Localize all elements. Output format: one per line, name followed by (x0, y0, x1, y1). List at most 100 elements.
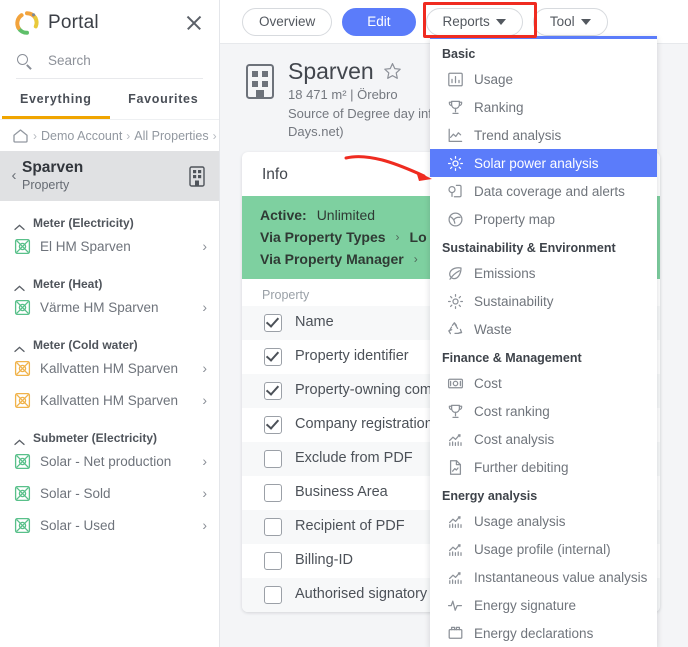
sidebar-group-header[interactable]: Meter (Cold water) (0, 338, 219, 352)
breadcrumb-separator: › (126, 128, 131, 143)
certificate-icon (447, 625, 464, 642)
chevron-left-icon[interactable]: ‹ (6, 167, 22, 184)
reports-menu-item-label: Energy signature (474, 597, 577, 613)
chevron-down-icon (580, 18, 591, 25)
checkbox-company-registration-number[interactable] (264, 416, 282, 434)
close-icon[interactable] (183, 12, 205, 34)
page-meta-area-city: 18 471 m² | Örebro (288, 87, 398, 102)
reports-menu-item-emissions[interactable]: Emissions (430, 259, 657, 287)
reports-menu-item-property-map[interactable]: Property map (430, 205, 657, 233)
reports-menu-item-cost-analysis[interactable]: Cost analysis (430, 425, 657, 453)
breadcrumb-item-demo-account[interactable]: Demo Account (41, 129, 122, 143)
reports-menu-item-cost-ranking[interactable]: Cost ranking (430, 397, 657, 425)
reports-menu-item-ranking[interactable]: Ranking (430, 93, 657, 121)
status-label: Active: (260, 207, 307, 223)
globe-icon (447, 211, 464, 228)
tab-edit[interactable]: Edit (342, 7, 416, 36)
home-icon[interactable] (12, 128, 29, 143)
reports-menu-item-usage-analysis[interactable]: Usage analysis (430, 507, 657, 535)
chevron-right-icon[interactable]: › (202, 238, 207, 254)
sidebar-item-solar-net-production[interactable]: Solar - Net production › (0, 445, 219, 477)
sidebar-group-label: Submeter (Electricity) (33, 431, 158, 446)
breadcrumb-item-all-properties[interactable]: All Properties (134, 129, 208, 143)
checkbox-name[interactable] (264, 314, 282, 332)
reports-menu-item-usage[interactable]: Usage (430, 65, 657, 93)
reports-menu-item-label: Trend analysis (474, 127, 562, 143)
reports-menu-item-energy-declarations[interactable]: Energy declarations (430, 619, 657, 647)
link-via-property-manager-label: Via Property Manager (260, 251, 404, 267)
sidebar-item-kallvatten-hm-sparven[interactable]: Kallvatten HM Sparven › (0, 352, 219, 384)
reports-menu-item-label: Data coverage and alerts (474, 183, 625, 199)
selected-property-name: Sparven (22, 159, 84, 176)
sidebar-group-header[interactable]: Submeter (Electricity) (0, 431, 219, 445)
reports-menu-item-trend-analysis[interactable]: Trend analysis (430, 121, 657, 149)
checkbox-billing-id[interactable] (264, 552, 282, 570)
reports-menu-item-label: Emissions (474, 265, 536, 281)
recycle-icon (447, 321, 464, 338)
checkbox-authorised-signatory[interactable] (264, 586, 282, 604)
tab-favourites[interactable]: Favourites (110, 79, 218, 119)
reports-menu-section-header: Energy analysis (442, 489, 538, 503)
reports-menu-item-label: Sustainability (474, 293, 554, 309)
portal-ring-logo-icon (14, 10, 40, 36)
sidebar-item-solar-sold[interactable]: Solar - Sold › (0, 477, 219, 509)
sidebar-group-header[interactable]: Meter (Electricity) (0, 216, 219, 230)
reports-menu-item-further-debiting[interactable]: Further debiting (430, 453, 657, 481)
checkbox-business-area[interactable] (264, 484, 282, 502)
caret-up-icon[interactable] (14, 342, 25, 352)
sidebar-item-kallvatten-hm-sparven[interactable]: Kallvatten HM Sparven › (0, 384, 219, 416)
reports-menu-item-energy-signature[interactable]: Energy signature (430, 591, 657, 619)
reports-menu-item-data-coverage-and-alerts[interactable]: Data coverage and alerts (430, 177, 657, 205)
chevron-right-icon[interactable]: › (202, 517, 207, 533)
search-icon (16, 53, 32, 69)
sidebar-item-label: El HM Sparven (40, 238, 131, 254)
chevron-right-icon[interactable]: › (202, 485, 207, 501)
page-title: Sparven (288, 58, 374, 84)
chevron-right-icon[interactable]: › (202, 299, 207, 315)
checkbox-property-owning-companies[interactable] (264, 382, 282, 400)
tab-reports[interactable]: Reports (425, 7, 523, 36)
chevron-down-icon (495, 18, 506, 25)
sidebar-group-header[interactable]: Meter (Heat) (0, 277, 219, 291)
checkbox-recipient-of-pdf[interactable] (264, 518, 282, 536)
tab-everything[interactable]: Everything (2, 79, 110, 119)
reports-menu-item-usage-profile-internal[interactable]: Usage profile (internal) (430, 535, 657, 563)
tab-overview-label: Overview (259, 13, 316, 29)
caret-up-icon[interactable] (14, 281, 25, 291)
checkbox-property-identifier[interactable] (264, 348, 282, 366)
reports-menu-item-cost[interactable]: Cost (430, 369, 657, 397)
meter-icon (14, 517, 31, 534)
sidebar-item-solar-used[interactable]: Solar - Used › (0, 509, 219, 541)
reports-menu-item-solar-power-analysis[interactable]: Solar power analysis (430, 149, 657, 177)
meter-icon (14, 485, 31, 502)
reports-menu-item-label: Property map (474, 211, 556, 227)
tab-tool[interactable]: Tool (532, 7, 608, 36)
chevron-right-icon[interactable]: › (202, 360, 207, 376)
gear-icon (447, 293, 464, 310)
property-field-label: Exclude from PDF (295, 450, 413, 467)
reports-menu-item-label: Cost (474, 375, 502, 391)
tab-overview[interactable]: Overview (242, 7, 333, 36)
chevron-right-icon[interactable]: › (202, 392, 207, 408)
reports-menu-item-waste[interactable]: Waste (430, 315, 657, 343)
sidebar-item-el-hm-sparven[interactable]: El HM Sparven › (0, 230, 219, 262)
sidebar-search[interactable] (16, 52, 203, 79)
chevron-right-icon[interactable]: › (202, 453, 207, 469)
checkbox-exclude-from-pdf[interactable] (264, 450, 282, 468)
meter-icon (14, 360, 31, 377)
star-icon[interactable] (383, 62, 402, 81)
reports-menu-section-header: Finance & Management (442, 351, 582, 365)
meter-icon (14, 453, 31, 470)
caret-up-icon[interactable] (14, 220, 25, 230)
selected-property-texts: Sparven Property (22, 159, 187, 192)
reports-menu-item-instantaneous-value-analysis[interactable]: Instantaneous value analysis (430, 563, 657, 591)
search-input[interactable] (46, 52, 203, 69)
reports-menu-item-sustainability[interactable]: Sustainability (430, 287, 657, 315)
page-meta-source-line2: Days.net) (288, 124, 344, 140)
selected-property-row[interactable]: ‹ Sparven Property (0, 151, 219, 202)
sidebar-group: Submeter (Electricity) Solar - Net produ… (0, 431, 219, 541)
sidebar-group-label: Meter (Electricity) (33, 216, 134, 231)
property-field-label: Billing-ID (295, 552, 354, 569)
caret-up-icon[interactable] (14, 435, 25, 445)
sidebar-item-v-rme-hm-sparven[interactable]: Värme HM Sparven › (0, 291, 219, 323)
